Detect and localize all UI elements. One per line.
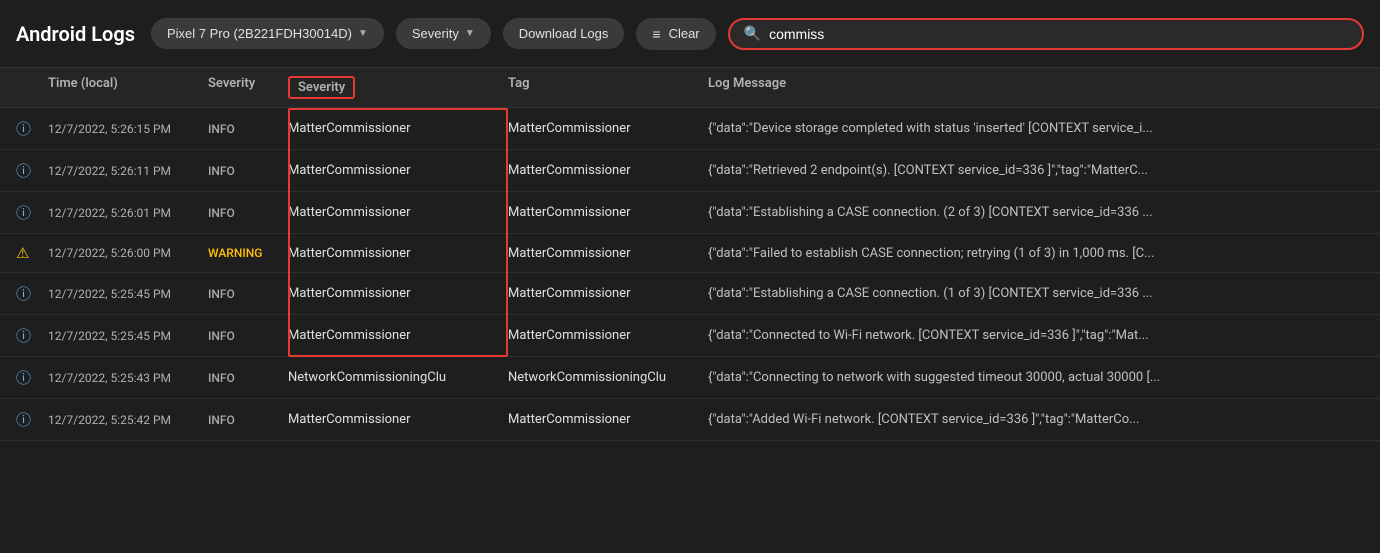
severity-cell: INFO: [208, 206, 288, 220]
table-row[interactable]: ⓘ 12/7/2022, 5:25:45 PM INFO MatterCommi…: [0, 273, 1380, 315]
device-selector[interactable]: Pixel 7 Pro (2B221FDH30014D) ▼: [151, 18, 384, 49]
time-cell: 12/7/2022, 5:26:11 PM: [48, 164, 208, 178]
tag-col-cell: MatterCommissioner: [288, 328, 508, 343]
info-icon: ⓘ: [16, 118, 48, 139]
log-message-cell: {"data":"Establishing a CASE connection.…: [708, 205, 1364, 220]
severity-button[interactable]: Severity ▼: [396, 18, 491, 49]
tag-cell: MatterCommissioner: [508, 286, 708, 301]
time-cell: 12/7/2022, 5:25:42 PM: [48, 413, 208, 427]
search-icon: 🔍: [744, 26, 761, 42]
info-icon: ⓘ: [16, 283, 48, 304]
table-row[interactable]: ⓘ 12/7/2022, 5:26:15 PM INFO MatterCommi…: [0, 108, 1380, 150]
time-cell: 12/7/2022, 5:26:01 PM: [48, 206, 208, 220]
col-icon: [16, 76, 48, 99]
info-icon: ⓘ: [16, 409, 48, 430]
severity-cell: INFO: [208, 122, 288, 136]
chevron-down-icon: ▼: [465, 28, 475, 39]
device-label: Pixel 7 Pro (2B221FDH30014D): [167, 26, 352, 41]
time-cell: 12/7/2022, 5:25:45 PM: [48, 287, 208, 301]
severity-cell: INFO: [208, 329, 288, 343]
tag-col-cell: MatterCommissioner: [288, 163, 508, 178]
log-message-cell: {"data":"Retrieved 2 endpoint(s). [CONTE…: [708, 163, 1364, 178]
log-message-cell: {"data":"Connecting to network with sugg…: [708, 370, 1364, 385]
time-cell: 12/7/2022, 5:25:45 PM: [48, 329, 208, 343]
severity-cell: INFO: [208, 164, 288, 178]
table-row[interactable]: ⓘ 12/7/2022, 5:25:42 PM INFO MatterCommi…: [0, 399, 1380, 441]
log-message-cell: {"data":"Device storage completed with s…: [708, 121, 1364, 136]
warning-icon: ⚠: [16, 244, 48, 262]
tag-cell: MatterCommissioner: [508, 205, 708, 220]
download-logs-label: Download Logs: [519, 26, 609, 41]
table-row[interactable]: ⚠ 12/7/2022, 5:26:00 PM WARNING MatterCo…: [0, 234, 1380, 273]
table-body: ⓘ 12/7/2022, 5:26:15 PM INFO MatterCommi…: [0, 108, 1380, 441]
tag-col-cell: MatterCommissioner: [288, 286, 508, 301]
time-cell: 12/7/2022, 5:25:43 PM: [48, 371, 208, 385]
log-message-cell: {"data":"Failed to establish CASE connec…: [708, 246, 1364, 261]
tag-cell: MatterCommissioner: [508, 412, 708, 427]
tag-col-cell: MatterCommissioner: [288, 246, 508, 261]
tag-col-cell: MatterCommissioner: [288, 412, 508, 427]
log-table: Time (local) Severity Severity Tag Log M…: [0, 68, 1380, 441]
tag-col-cell: MatterCommissioner: [288, 205, 508, 220]
info-icon: ⓘ: [16, 202, 48, 223]
severity-cell: INFO: [208, 287, 288, 301]
header: Android Logs Pixel 7 Pro (2B221FDH30014D…: [0, 0, 1380, 68]
time-cell: 12/7/2022, 5:26:15 PM: [48, 122, 208, 136]
severity-label: Severity: [412, 26, 459, 41]
tag-col-cell: NetworkCommissioningClu: [288, 370, 508, 385]
app-title: Android Logs: [16, 22, 135, 46]
tag-cell: MatterCommissioner: [508, 163, 708, 178]
tag-cell: MatterCommissioner: [508, 121, 708, 136]
info-icon: ⓘ: [16, 325, 48, 346]
severity-cell: INFO: [208, 371, 288, 385]
tag-cell: NetworkCommissioningClu: [508, 370, 708, 385]
col-tag-severity: Severity: [288, 76, 508, 99]
info-icon: ⓘ: [16, 160, 48, 181]
col-tag: Tag: [508, 76, 708, 99]
search-input[interactable]: [769, 26, 1348, 42]
tag-cell: MatterCommissioner: [508, 328, 708, 343]
list-icon: ≡: [652, 26, 660, 42]
clear-label: Clear: [669, 26, 700, 41]
col-time: Time (local): [48, 76, 208, 99]
table-row[interactable]: ⓘ 12/7/2022, 5:26:11 PM INFO MatterCommi…: [0, 150, 1380, 192]
table-row[interactable]: ⓘ 12/7/2022, 5:26:01 PM INFO MatterCommi…: [0, 192, 1380, 234]
info-icon: ⓘ: [16, 367, 48, 388]
chevron-down-icon: ▼: [358, 28, 368, 39]
search-bar[interactable]: 🔍: [728, 18, 1364, 50]
col-severity: Severity: [208, 76, 288, 99]
tag-cell: MatterCommissioner: [508, 246, 708, 261]
clear-button[interactable]: ≡ Clear: [636, 18, 715, 50]
table-row[interactable]: ⓘ 12/7/2022, 5:25:43 PM INFO NetworkComm…: [0, 357, 1380, 399]
log-message-cell: {"data":"Added Wi-Fi network. [CONTEXT s…: [708, 412, 1364, 427]
table-header-row: Time (local) Severity Severity Tag Log M…: [0, 68, 1380, 108]
col-message: Log Message: [708, 76, 1364, 99]
severity-cell: WARNING: [208, 246, 288, 260]
tag-col-cell: MatterCommissioner: [288, 121, 508, 136]
download-logs-button[interactable]: Download Logs: [503, 18, 625, 49]
time-cell: 12/7/2022, 5:26:00 PM: [48, 246, 208, 260]
table-row[interactable]: ⓘ 12/7/2022, 5:25:45 PM INFO MatterCommi…: [0, 315, 1380, 357]
log-message-cell: {"data":"Establishing a CASE connection.…: [708, 286, 1364, 301]
log-message-cell: {"data":"Connected to Wi-Fi network. [CO…: [708, 328, 1364, 343]
severity-cell: INFO: [208, 413, 288, 427]
